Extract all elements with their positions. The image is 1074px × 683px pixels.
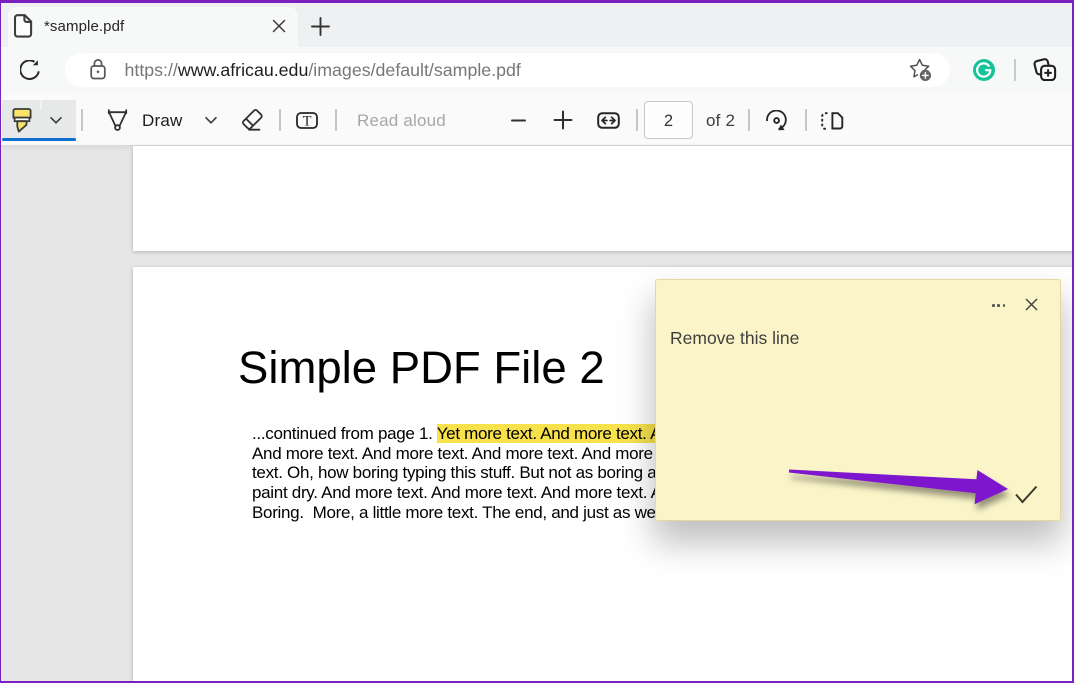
svg-text:T: T <box>303 114 312 130</box>
